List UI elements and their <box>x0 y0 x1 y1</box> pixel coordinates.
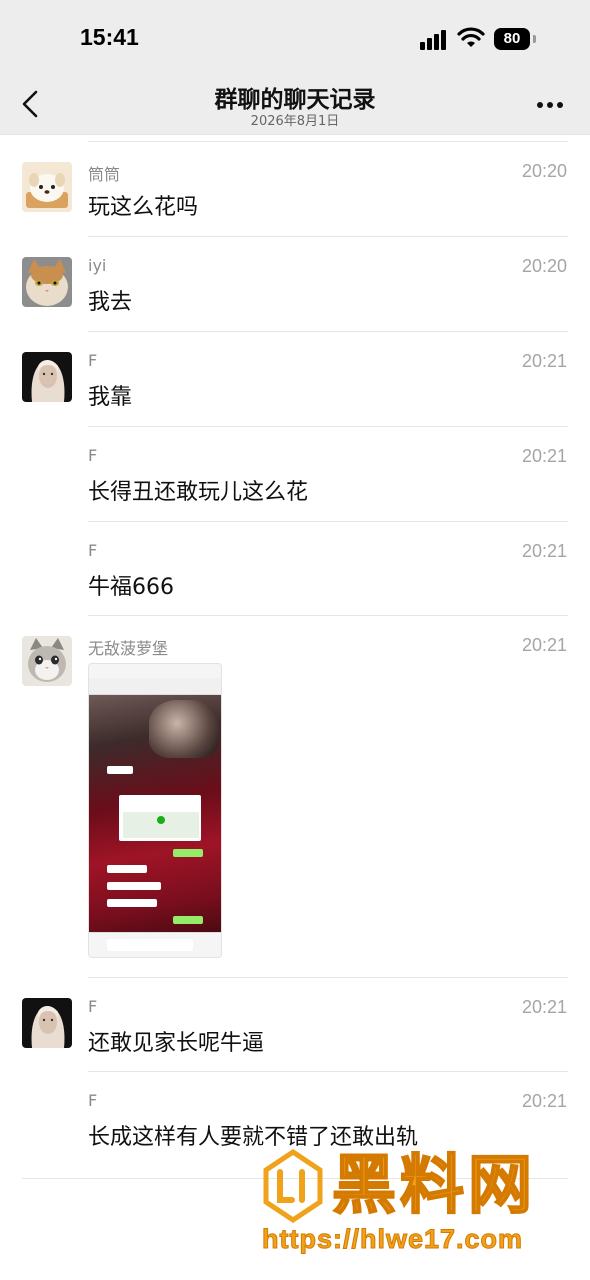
chat-message: 无敌菠萝堡 20:21 <box>0 616 590 978</box>
more-button[interactable] <box>530 94 570 114</box>
sender-name: F <box>88 1091 98 1110</box>
sender-name: 筒筒 <box>88 165 121 184</box>
sender-name: F <box>88 446 98 465</box>
message-time: 20:20 <box>521 256 567 276</box>
battery-percent: 80 <box>503 30 521 47</box>
message-time: 20:21 <box>521 541 567 561</box>
chat-message: F 20:21 长得丑还敢玩儿这么花 <box>0 427 590 522</box>
battery-icon: 80 <box>494 28 530 50</box>
message-time: 20:21 <box>521 635 567 655</box>
page-title: 群聊的聊天记录 <box>214 87 376 113</box>
battery-cap <box>533 35 536 43</box>
chat-message: F 20:21 我靠 <box>0 332 590 427</box>
cellular-signal-icon <box>420 30 450 50</box>
sender-name: 无敌菠萝堡 <box>88 639 169 658</box>
message-text[interactable]: 牛福666 <box>88 569 174 601</box>
ellipsis-icon <box>537 102 543 108</box>
status-time: 15:41 <box>80 24 139 50</box>
sender-name: F <box>88 541 98 560</box>
cat-avatar[interactable] <box>22 257 72 307</box>
woman-avatar[interactable] <box>22 998 72 1048</box>
chat-screenshot-image[interactable] <box>88 663 222 958</box>
message-time: 20:21 <box>521 997 567 1017</box>
message-text[interactable]: 还敢见家长呢牛逼 <box>88 1025 264 1057</box>
sender-name: F <box>88 351 98 370</box>
status-bar: 15:41 80 <box>0 0 590 74</box>
chat-message: iyi 20:20 我去 <box>0 237 590 332</box>
message-time: 20:21 <box>521 1091 567 1111</box>
message-text[interactable]: 我靠 <box>88 379 132 411</box>
watermark-brand: 黑料网 <box>331 1148 536 1224</box>
message-time: 20:21 <box>521 446 567 466</box>
message-text[interactable]: 长得丑还敢玩儿这么花 <box>88 474 308 506</box>
kitten-avatar[interactable] <box>22 636 72 686</box>
chat-message: F 20:21 还敢见家长呢牛逼 <box>0 978 590 1072</box>
watermark: 黑料网 https://hlwe17.com <box>261 1148 572 1258</box>
chat-message: 筒筒 20:20 玩这么花吗 <box>0 142 590 237</box>
message-time: 20:20 <box>521 161 567 181</box>
sender-name: iyi <box>88 256 107 275</box>
message-text[interactable]: 玩这么花吗 <box>88 189 198 221</box>
watermark-logo-icon <box>263 1148 323 1224</box>
page-subtitle: 2026年8月1日 <box>250 114 340 129</box>
woman-avatar[interactable] <box>22 352 72 402</box>
message-time: 20:21 <box>521 351 567 371</box>
nav-bar: 群聊的聊天记录 2026年8月1日 <box>0 74 590 135</box>
chat-message: F 20:21 牛福666 <box>0 522 590 616</box>
watermark-url: https://hlwe17.com <box>261 1224 524 1255</box>
message-text[interactable]: 长成这样有人要就不错了还敢出轨 <box>88 1119 418 1151</box>
message-text[interactable]: 我去 <box>88 284 132 316</box>
sender-name: F <box>88 997 98 1016</box>
dog-avatar[interactable] <box>22 162 72 212</box>
wifi-icon <box>457 27 485 47</box>
